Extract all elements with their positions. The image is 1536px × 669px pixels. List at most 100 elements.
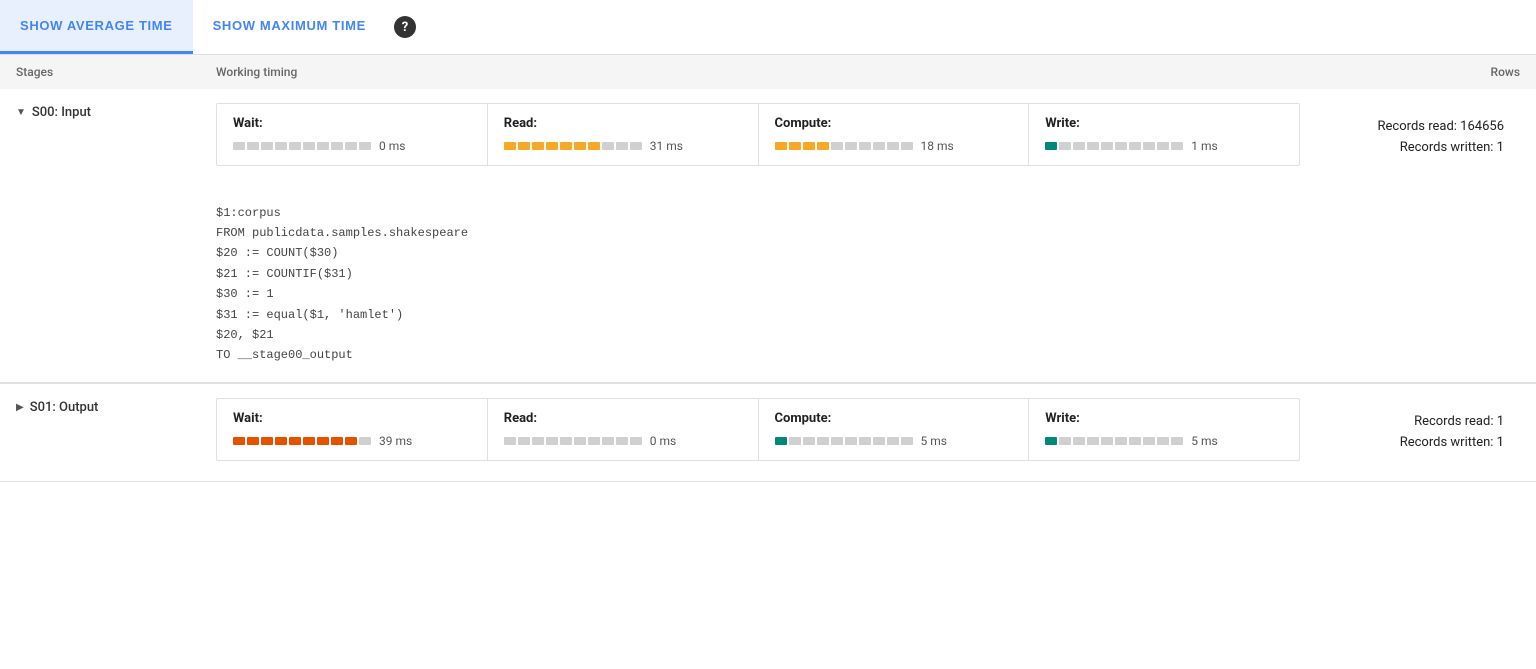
bar-seg xyxy=(1129,142,1141,150)
bar-seg xyxy=(532,142,544,150)
stage-label-s01: S01: Output xyxy=(30,400,99,415)
timing-panel-s01: Wait: 39 ms xyxy=(216,398,1300,461)
stage-row-s01: ▶ S01: Output Wait: xyxy=(0,384,1536,483)
bar-row-read-s01: 0 ms xyxy=(504,434,742,448)
bar-seg xyxy=(789,142,801,150)
bar-row-read-s00: 31 ms xyxy=(504,139,742,153)
timing-label-read-s01: Read: xyxy=(504,411,742,426)
top-bar: SHOW AVERAGE TIME SHOW MAXIMUM TIME ? xyxy=(0,0,1536,55)
bar-seg xyxy=(261,437,273,445)
timing-label-compute-s00: Compute: xyxy=(775,116,1013,131)
bar-row-write-s01: 5 ms xyxy=(1045,434,1283,448)
bar-seg xyxy=(775,437,787,445)
bar-seg xyxy=(1115,437,1127,445)
bar-seg xyxy=(859,142,871,150)
bar-seg xyxy=(1073,142,1085,150)
bar-seg xyxy=(1059,142,1071,150)
bar-seg xyxy=(1101,142,1113,150)
bar-seg xyxy=(345,142,357,150)
bar-seg xyxy=(560,142,572,150)
records-written-s00: Records written: 1 xyxy=(1316,138,1504,159)
rows-panel-s01: Records read: 1 Records written: 1 xyxy=(1300,398,1520,468)
col-header-rows: Rows xyxy=(1300,65,1520,79)
bar-seg xyxy=(1045,437,1057,445)
code-line-4: $30 := 1 xyxy=(216,284,1520,304)
bar-time-read-s01: 0 ms xyxy=(650,434,676,448)
bar-seg xyxy=(303,142,315,150)
bar-seg xyxy=(845,142,857,150)
bar-seg xyxy=(1143,437,1155,445)
bar-time-write-s01: 5 ms xyxy=(1191,434,1217,448)
timing-section-compute-s00: Compute: 18 ms xyxy=(759,104,1030,165)
stage-toggle-s01[interactable]: ▶ S01: Output xyxy=(16,398,216,415)
timing-section-write-s00: Write: 1 ms xyxy=(1029,104,1299,165)
bar-seg xyxy=(1143,142,1155,150)
bar-seg xyxy=(289,437,301,445)
toggle-arrow-s01: ▶ xyxy=(16,402,24,413)
bar-track-wait-s00 xyxy=(233,142,371,150)
bar-track-read-s01 xyxy=(504,437,642,445)
bar-seg xyxy=(546,142,558,150)
help-icon[interactable]: ? xyxy=(394,16,416,38)
bar-seg xyxy=(845,437,857,445)
bar-seg xyxy=(817,142,829,150)
bar-track-write-s00 xyxy=(1045,142,1183,150)
bar-row-compute-s00: 18 ms xyxy=(775,139,1013,153)
bar-seg xyxy=(831,142,843,150)
bar-seg xyxy=(1073,437,1085,445)
bar-seg xyxy=(859,437,871,445)
bar-seg xyxy=(233,437,245,445)
timing-section-wait-s01: Wait: 39 ms xyxy=(217,399,488,460)
bar-seg xyxy=(803,142,815,150)
bar-row-wait-s01: 39 ms xyxy=(233,434,471,448)
bar-seg xyxy=(359,437,371,445)
timing-section-read-s01: Read: 0 ms xyxy=(488,399,759,460)
bar-seg xyxy=(574,142,586,150)
stage-row-s00: ▼ S00: Input Wait: xyxy=(0,89,1536,384)
bar-seg xyxy=(275,437,287,445)
bar-seg xyxy=(630,437,642,445)
bar-time-wait-s00: 0 ms xyxy=(379,139,405,153)
code-line-2: $20 := COUNT($30) xyxy=(216,243,1520,263)
tab-show-average[interactable]: SHOW AVERAGE TIME xyxy=(0,0,193,54)
code-block-s00: $1:corpus FROM publicdata.samples.shakes… xyxy=(0,187,1536,383)
tab-show-maximum[interactable]: SHOW MAXIMUM TIME xyxy=(193,0,386,54)
bar-seg xyxy=(345,437,357,445)
bar-seg xyxy=(1171,142,1183,150)
bar-seg xyxy=(803,437,815,445)
bar-seg xyxy=(630,142,642,150)
bar-seg xyxy=(887,437,899,445)
bar-seg xyxy=(1171,437,1183,445)
bar-track-compute-s00 xyxy=(775,142,913,150)
bar-seg xyxy=(887,142,899,150)
bar-row-write-s00: 1 ms xyxy=(1045,139,1283,153)
bar-time-wait-s01: 39 ms xyxy=(379,434,412,448)
bar-row-wait-s00: 0 ms xyxy=(233,139,471,153)
code-line-7: TO __stage00_output xyxy=(216,345,1520,365)
timing-label-write-s01: Write: xyxy=(1045,411,1283,426)
bar-seg xyxy=(275,142,287,150)
bar-seg xyxy=(261,142,273,150)
bar-seg xyxy=(289,142,301,150)
records-written-s01: Records written: 1 xyxy=(1316,433,1504,454)
bar-seg xyxy=(1157,142,1169,150)
bar-seg xyxy=(560,437,572,445)
bar-time-compute-s01: 5 ms xyxy=(921,434,947,448)
bar-seg xyxy=(247,142,259,150)
timing-label-wait-s01: Wait: xyxy=(233,411,471,426)
bar-seg xyxy=(1087,142,1099,150)
bar-seg xyxy=(1087,437,1099,445)
stage-toggle-s00[interactable]: ▼ S00: Input xyxy=(16,103,216,120)
timing-section-read-s00: Read: 31 ms xyxy=(488,104,759,165)
bar-seg xyxy=(331,437,343,445)
bar-seg xyxy=(233,142,245,150)
timing-section-wait-s00: Wait: 0 ms xyxy=(217,104,488,165)
bar-seg xyxy=(789,437,801,445)
bar-seg xyxy=(546,437,558,445)
col-header-working: Working timing xyxy=(216,65,1300,79)
bar-seg xyxy=(574,437,586,445)
records-read-s00: Records read: 164656 xyxy=(1316,117,1504,138)
bar-seg xyxy=(317,142,329,150)
bar-seg xyxy=(1129,437,1141,445)
bar-track-wait-s01 xyxy=(233,437,371,445)
